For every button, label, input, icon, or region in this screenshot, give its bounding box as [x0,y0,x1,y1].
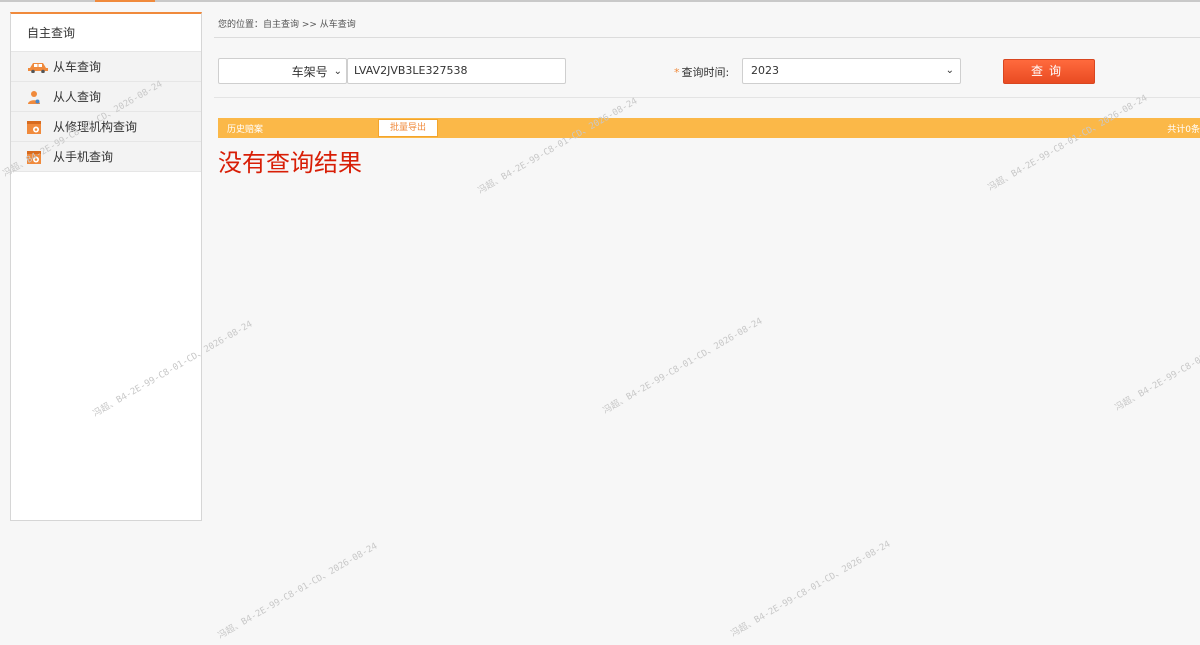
top-border-accent [95,0,155,2]
chevron-down-icon: ⌄ [333,65,342,77]
sidebar-item-repair-shop-query[interactable]: 从修理机构查询 [11,112,201,142]
chevron-down-icon: ⌄ [945,65,954,76]
query-time-label: * 查询时间: [674,64,729,80]
sidebar-title: 自主查询 [11,14,201,52]
watermark: 冯超、B4-2E-99-C8-01-CD、2026-08-24 [986,93,1150,194]
phone-icon [27,150,53,164]
sidebar-item-label: 从修理机构查询 [53,120,138,134]
car-icon [27,61,53,73]
watermark: 冯超、B4-2E-99-C8-01-CD、2026-08-24 [1113,313,1200,414]
breadcrumb: 您的位置：自主查询 >> 从车查询 [218,20,356,30]
repair-shop-icon [27,120,53,134]
breadcrumb-divider [214,37,1200,38]
sidebar: 自主查询 从车查询 从人查询 从修理机构查询 从手机查询 [10,12,202,521]
sidebar-item-label: 从人查询 [53,90,102,104]
query-time-label-text: 查询时间: [681,66,730,79]
top-border [0,0,1200,2]
sidebar-item-car-query[interactable]: 从车查询 [11,52,201,82]
query-button[interactable]: 查询 [1003,59,1095,84]
sidebar-item-phone-query[interactable]: 从手机查询 [11,142,201,172]
batch-export-button[interactable]: 批量导出 [378,119,438,137]
watermark: 冯超、B4-2E-99-C8-01-CD、2026-08-24 [476,96,640,197]
watermark: 冯超、B4-2E-99-C8-01-CD、2026-08-24 [216,541,380,642]
total-count: 共计0条 [1167,125,1200,135]
search-row: 车架号 ⌄ LVAV2JVB3LE327538 * 查询时间: 2023 ⌄ 查询 [218,58,1200,86]
year-select[interactable]: 2023 ⌄ [742,58,961,84]
watermark: 冯超、B4-2E-99-C8-01-CD、2026-08-24 [729,539,893,640]
sidebar-item-label: 从车查询 [53,60,102,74]
history-claims-title: 历史赔案 [227,125,264,135]
vin-input[interactable]: LVAV2JVB3LE327538 [347,58,566,84]
search-type-select[interactable]: 车架号 ⌄ [218,58,347,84]
search-divider [214,97,1200,98]
watermark: 冯超、B4-2E-99-C8-01-CD、2026-08-24 [601,316,765,417]
no-result-message: 没有查询结果 [218,149,362,177]
person-icon [27,90,53,104]
year-select-value: 2023 [751,64,779,77]
sidebar-item-label: 从手机查询 [53,150,114,164]
history-claims-bar: 历史赔案 批量导出 共计0条 [218,118,1200,138]
sidebar-item-person-query[interactable]: 从人查询 [11,82,201,112]
required-mark: * [674,66,680,79]
search-type-value: 车架号 [291,64,328,79]
